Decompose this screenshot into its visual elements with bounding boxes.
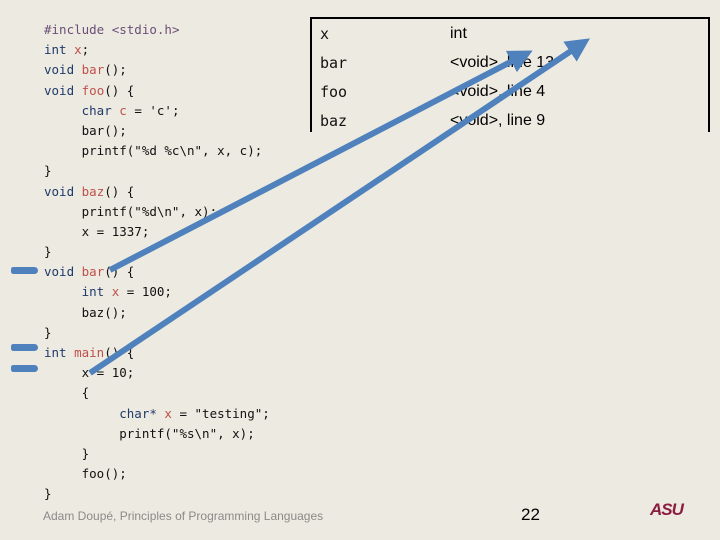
pointer-arrows	[88, 38, 590, 376]
page-number: 22	[521, 505, 540, 524]
logo-text: AS	[650, 500, 673, 519]
arrow-main-to-table	[88, 38, 590, 376]
asu-logo: ASU	[650, 500, 684, 520]
arrow-bar-to-table	[108, 50, 533, 273]
footer-text: Adam Doupé, Principles of Programming La…	[43, 509, 324, 523]
logo-text: U	[671, 500, 684, 519]
